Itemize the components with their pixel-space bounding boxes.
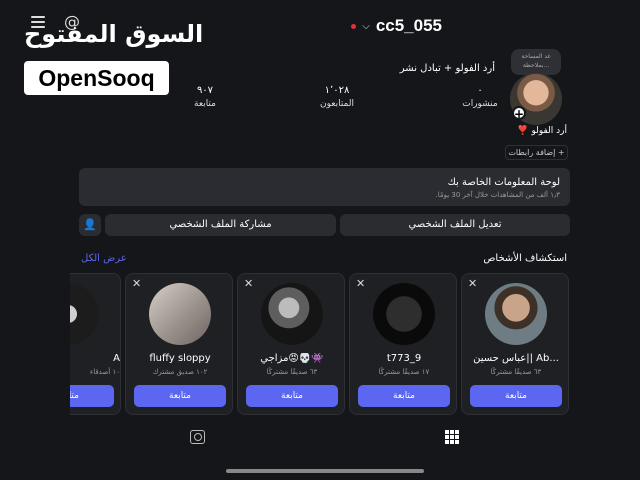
chevron-down-icon: ⌵: [362, 20, 370, 32]
edit-profile-button[interactable]: تعديل الملف الشخصي: [340, 214, 570, 236]
suggestion-mutual: ١٠ أصدقاء: [89, 368, 120, 376]
stat-following-value: ٩٠٧: [196, 85, 214, 96]
close-icon[interactable]: ✕: [132, 277, 141, 290]
suggestion-card[interactable]: ✕ عباس حسين|| Ab... ٦٣ صديقًا مشتركًا مت…: [461, 273, 569, 415]
follow-button[interactable]: متابعة: [358, 385, 450, 407]
suggestion-mutual: ٦٣ صديقًا مشتركًا: [490, 368, 542, 376]
close-icon[interactable]: ✕: [244, 277, 253, 290]
watermark-arabic: السوق المفتوح: [24, 20, 204, 48]
suggestion-avatar[interactable]: [373, 283, 435, 345]
watermark-logo: OpenSooq: [24, 61, 169, 95]
add-links-button[interactable]: + إضافة رابطات: [505, 145, 568, 160]
dashboard-card[interactable]: لوحة المعلومات الخاصة بك ١٫٣ ألف من المش…: [79, 168, 570, 206]
profile-screen: @ ⌵ cc5_055 السوق المفتوح OpenSooq غد ال…: [0, 0, 640, 480]
close-icon[interactable]: ✕: [356, 277, 365, 290]
share-profile-button[interactable]: مشاركة الملف الشخصي: [105, 214, 336, 236]
add-links-label: إضافة رابطات: [508, 148, 556, 157]
stat-following[interactable]: ٩٠٧ متابعة: [188, 85, 222, 109]
suggestion-avatar[interactable]: [70, 283, 99, 345]
add-person-icon: 👤: [83, 218, 97, 231]
home-indicator[interactable]: [226, 469, 424, 473]
username-switcher[interactable]: ⌵ cc5_055: [351, 15, 442, 37]
bio-headline: أرد الفولو + تبادل نشر: [399, 63, 495, 74]
suggestion-carousel[interactable]: ✕ عباس حسين|| Ab... ٦٣ صديقًا مشتركًا مت…: [70, 273, 570, 415]
dashboard-subtitle: ١٫٣ ألف من المشاهدات خلال آخر 30 يومًا.: [435, 191, 560, 199]
see-all-link[interactable]: عرض الكل: [81, 253, 127, 264]
suggestion-name[interactable]: عباس حسين|| Ab...: [462, 353, 570, 364]
follow-button[interactable]: متابعة: [470, 385, 562, 407]
suggestion-avatar[interactable]: [485, 283, 547, 345]
bio-name: أرد الفولو ❣️: [517, 126, 567, 136]
suggestion-name[interactable]: t773_9: [350, 353, 458, 364]
stat-posts-label: منشورات: [462, 99, 498, 109]
plus-icon: +: [555, 148, 565, 157]
notification-dot: [351, 23, 357, 29]
tagged-photos-icon[interactable]: [190, 430, 205, 444]
stat-following-label: متابعة: [194, 99, 216, 109]
add-story-icon[interactable]: +: [512, 106, 526, 121]
stat-followers-label: المتابعون: [319, 99, 354, 109]
heart-emoji: ❣️: [517, 126, 529, 136]
stat-followers[interactable]: ١٬٠٢٨ المتابعون: [314, 85, 360, 109]
suggestion-mutual: ١٠٢ صديق مشترك: [152, 368, 208, 376]
suggestion-card[interactable]: ✕ t773_9 ١٧ صديقًا مشتركًا متابعة: [349, 273, 457, 415]
discover-title: استكشاف الأشخاص: [483, 253, 567, 264]
stat-posts[interactable]: ٠ منشورات: [458, 85, 502, 109]
grid-view-icon[interactable]: [445, 430, 459, 444]
bio-name-text: أرد الفولو: [531, 126, 567, 136]
suggestion-name[interactable]: A: [70, 353, 122, 364]
suggestion-card[interactable]: ✕ مزاجي😡💀👾 ٦٣ صديقًا مشتركًا متابعة: [237, 273, 345, 415]
follow-button[interactable]: متابعة: [134, 385, 226, 407]
suggestion-card[interactable]: ✕ fluffy sloppy ١٠٢ صديق مشترك متابعة: [125, 273, 233, 415]
note-bubble[interactable]: غد المساحة بملاحظة...: [511, 49, 561, 75]
suggestion-mutual: ٦٣ صديقًا مشتركًا: [266, 368, 318, 376]
stat-posts-value: ٠: [477, 85, 483, 96]
follow-button[interactable]: متابعة: [70, 385, 114, 407]
suggestion-avatar[interactable]: [149, 283, 211, 345]
suggestion-name[interactable]: fluffy sloppy: [126, 353, 234, 364]
dashboard-title: لوحة المعلومات الخاصة بك: [447, 177, 560, 188]
suggestion-name[interactable]: مزاجي😡💀👾: [238, 353, 346, 364]
follow-button[interactable]: متابعة: [246, 385, 338, 407]
discover-people-button[interactable]: 👤: [79, 214, 101, 236]
suggestion-avatar[interactable]: [261, 283, 323, 345]
suggestion-mutual: ١٧ صديقًا مشتركًا: [378, 368, 430, 376]
username: cc5_055: [375, 16, 442, 35]
close-icon[interactable]: ✕: [468, 277, 477, 290]
suggestion-card[interactable]: ✕ A ١٠ أصدقاء متابعة: [70, 273, 121, 415]
stat-followers-value: ١٬٠٢٨: [324, 85, 350, 96]
